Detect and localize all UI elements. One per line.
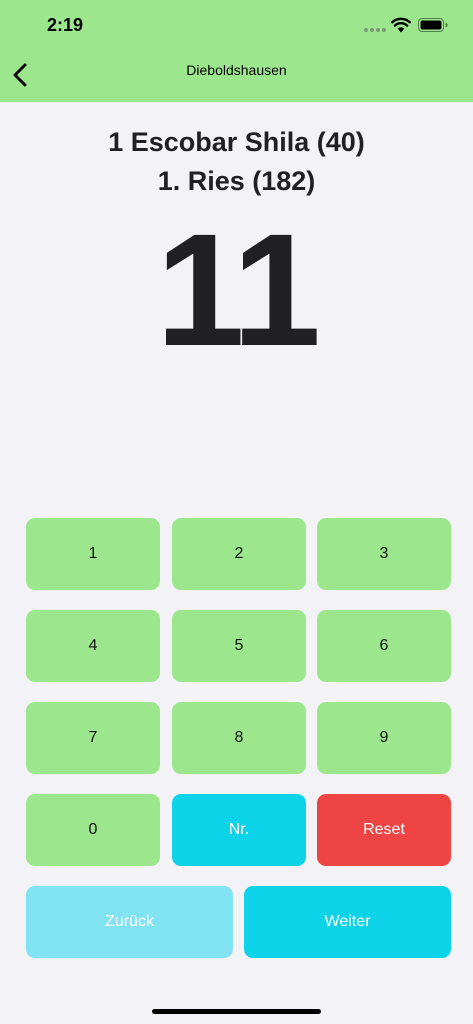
player-line-2: 1. Ries (182) xyxy=(157,166,316,196)
key-9-button[interactable]: 9 xyxy=(317,702,451,774)
key-7-button[interactable]: 7 xyxy=(26,702,160,774)
cellular-signal-icon xyxy=(364,28,386,34)
next-button[interactable]: Weiter xyxy=(244,886,451,958)
score-display: 11 xyxy=(155,200,321,379)
status-time: 2:19 xyxy=(47,15,84,35)
key-0-button[interactable]: 0 xyxy=(26,794,160,866)
home-indicator xyxy=(152,1009,321,1014)
back-button[interactable]: Zurück xyxy=(26,886,233,958)
key-4-button[interactable]: 4 xyxy=(26,610,160,682)
key-6-button[interactable]: 6 xyxy=(317,610,451,682)
key-1-button[interactable]: 1 xyxy=(26,518,160,590)
wifi-icon xyxy=(391,17,411,33)
battery-icon xyxy=(418,18,448,32)
player-line-1: 1 Escobar Shila (40) xyxy=(108,127,365,157)
key-5-button[interactable]: 5 xyxy=(172,610,306,682)
key-3-button[interactable]: 3 xyxy=(317,518,451,590)
match-players: 1 Escobar Shila (40) 1. Ries (182) xyxy=(0,123,473,201)
nr-button[interactable]: Nr. xyxy=(172,794,306,866)
key-8-button[interactable]: 8 xyxy=(172,702,306,774)
key-2-button[interactable]: 2 xyxy=(172,518,306,590)
page-title: Dieboldshausen xyxy=(186,62,287,78)
reset-button[interactable]: Reset xyxy=(317,794,451,866)
status-bar: 2:19 xyxy=(0,0,473,50)
app-header: 2:19 Dieboldshausen xyxy=(0,0,473,102)
